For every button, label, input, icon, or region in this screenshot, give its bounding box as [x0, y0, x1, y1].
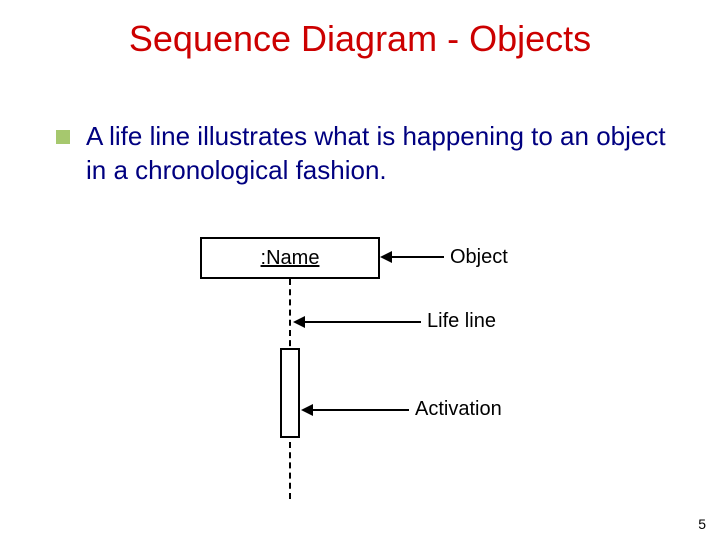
object-box: :Name	[200, 237, 380, 279]
arrow-activation-head-icon	[301, 404, 313, 416]
activation-box	[280, 348, 300, 438]
arrow-activation-line	[312, 409, 409, 411]
bullet-item: A life line illustrates what is happenin…	[0, 120, 720, 188]
arrow-lifeline-head-icon	[293, 316, 305, 328]
lifeline	[289, 279, 291, 499]
annotation-activation: Activation	[415, 398, 502, 421]
arrow-object-line	[392, 256, 444, 258]
annotation-lifeline: Life line	[427, 310, 496, 333]
annotation-object: Object	[450, 246, 508, 269]
object-box-label: :Name	[261, 247, 320, 270]
slide-title: Sequence Diagram - Objects	[0, 0, 720, 60]
arrow-object-head-icon	[380, 251, 392, 263]
arrow-lifeline-line	[304, 321, 421, 323]
bullet-text: A life line illustrates what is happenin…	[86, 120, 680, 188]
bullet-marker-icon	[56, 130, 70, 144]
sequence-diagram: :Name Object Life line Activation	[0, 0, 720, 540]
page-number: 5	[698, 516, 706, 532]
